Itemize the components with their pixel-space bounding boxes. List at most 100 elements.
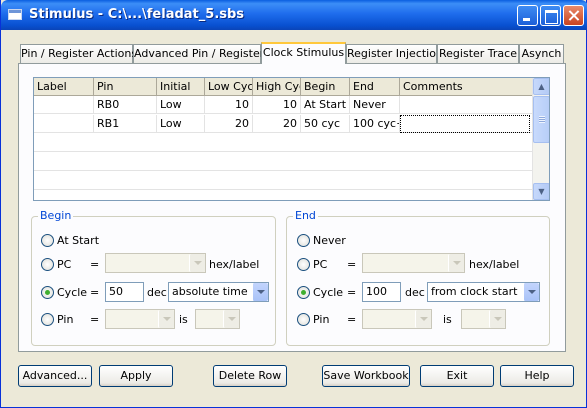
cell-high-cyc[interactable]: 10 [253, 96, 301, 114]
cell-initial[interactable]: Low [157, 115, 205, 133]
begin-cycle-mode-select[interactable]: absolute time [168, 282, 269, 302]
column-header-label[interactable]: Label [34, 78, 94, 96]
end-cycle-mode-value: from clock start [431, 285, 518, 298]
help-button[interactable]: Help [500, 365, 574, 387]
begin-pin-radio[interactable] [41, 313, 54, 326]
chevron-down-icon[interactable] [489, 310, 505, 328]
scroll-up-icon[interactable]: ▲ [533, 78, 549, 95]
end-is-label: is [443, 313, 452, 326]
cell-initial[interactable]: Low [157, 96, 205, 114]
exit-button[interactable]: Exit [420, 365, 494, 387]
end-pin-state-combo[interactable] [461, 309, 506, 329]
cell-label[interactable] [34, 96, 94, 114]
scroll-down-icon[interactable]: ▼ [533, 183, 549, 200]
cell-label[interactable] [34, 115, 94, 133]
end-pin-radio[interactable] [297, 313, 310, 326]
table-row[interactable]: RB0 Low 10 10 At Start Never [34, 96, 534, 114]
table-row[interactable]: RB1 Low 20 20 50 cyc 100 cyc+ [34, 115, 534, 133]
end-dec-label: dec [405, 286, 425, 299]
table-row[interactable] [34, 153, 534, 171]
minimize-button[interactable] [517, 5, 538, 26]
chevron-down-icon[interactable] [523, 283, 539, 301]
cell-pin[interactable]: RB0 [94, 96, 157, 114]
close-button[interactable] [563, 5, 584, 26]
tab-clock-stimulus[interactable]: Clock Stimulus [261, 42, 346, 64]
end-pc-radio[interactable] [297, 258, 310, 271]
end-group-title: End [293, 209, 318, 222]
tab-advanced-pin-register[interactable]: Advanced Pin / Register [133, 44, 264, 63]
scroll-thumb[interactable] [533, 96, 549, 143]
chevron-down-icon[interactable] [158, 310, 174, 328]
maximize-button[interactable] [540, 5, 561, 26]
cell-comments[interactable] [400, 96, 534, 114]
begin-cycle-mode-value: absolute time [172, 285, 248, 298]
begin-cycle-radio[interactable] [41, 286, 54, 299]
chevron-down-icon[interactable] [189, 254, 205, 272]
begin-hex-label: hex/label [209, 258, 260, 271]
begin-pc-radio[interactable] [41, 258, 54, 271]
cell-end[interactable]: Never [350, 96, 400, 114]
end-cycle-mode-select[interactable]: from clock start [427, 282, 540, 302]
end-cycle-label[interactable]: Cycle [313, 286, 343, 299]
begin-at-start-radio[interactable] [41, 234, 54, 247]
end-pc-label[interactable]: PC [313, 258, 327, 271]
delete-row-button[interactable]: Delete Row [213, 365, 287, 387]
tab-pin-register-actions[interactable]: Pin / Register Actions [20, 44, 137, 63]
column-header-low-cyc[interactable]: Low Cyc [205, 78, 253, 96]
grid-header: Label Pin Initial Low Cyc High Cyc Begin… [34, 78, 534, 96]
end-hex-label: hex/label [469, 258, 520, 271]
column-header-initial[interactable]: Initial [157, 78, 205, 96]
chevron-down-icon[interactable] [448, 254, 464, 272]
grid-vertical-scrollbar[interactable]: ▲ ▼ [532, 78, 549, 200]
begin-at-start-label[interactable]: At Start [57, 234, 99, 247]
begin-pc-equals: = [90, 258, 100, 271]
begin-pin-label[interactable]: Pin [57, 313, 73, 326]
end-cycle-radio[interactable] [297, 286, 310, 299]
begin-pin-equals: = [90, 313, 100, 326]
title-bar[interactable]: Stimulus - C:\...\feladat_5.sbs [1, 0, 587, 30]
cell-begin[interactable]: At Start [301, 96, 350, 114]
begin-cycle-equals: = [90, 286, 100, 299]
save-workbook-button[interactable]: Save Workbook [322, 365, 410, 387]
end-pin-equals: = [347, 313, 357, 326]
tab-register-trace[interactable]: Register Trace [437, 44, 519, 63]
advanced-button[interactable]: Advanced... [18, 365, 92, 387]
window-title: Stimulus - C:\...\feladat_5.sbs [29, 7, 245, 22]
begin-pin-combo[interactable] [105, 309, 175, 329]
tab-register-injection[interactable]: Register Injection [346, 44, 443, 63]
chevron-down-icon[interactable] [223, 310, 239, 328]
begin-pin-state-combo[interactable] [195, 309, 240, 329]
grip-icon [539, 116, 545, 123]
clock-stimulus-grid[interactable]: Label Pin Initial Low Cyc High Cyc Begin… [33, 77, 550, 201]
cell-comments[interactable] [400, 115, 530, 133]
end-pin-label[interactable]: Pin [313, 313, 329, 326]
chevron-down-icon[interactable] [252, 283, 268, 301]
column-header-comments[interactable]: Comments [400, 78, 534, 96]
begin-pc-label[interactable]: PC [57, 258, 71, 271]
chevron-down-icon[interactable] [415, 310, 431, 328]
window-icon [8, 9, 22, 20]
end-pc-equals: = [347, 258, 357, 271]
cell-low-cyc[interactable]: 20 [205, 115, 253, 133]
cell-pin[interactable]: RB1 [94, 115, 157, 133]
cell-low-cyc[interactable]: 10 [205, 96, 253, 114]
column-header-pin[interactable]: Pin [94, 78, 157, 96]
apply-button[interactable]: Apply [99, 365, 173, 387]
end-pc-combo[interactable] [362, 253, 465, 273]
begin-pc-combo[interactable] [105, 253, 206, 273]
column-header-begin[interactable]: Begin [301, 78, 350, 96]
begin-cycle-label[interactable]: Cycle [57, 286, 87, 299]
table-row[interactable] [34, 172, 534, 190]
column-header-high-cyc[interactable]: High Cyc [253, 78, 301, 96]
cell-end[interactable]: 100 cyc+ [350, 115, 400, 133]
column-header-end[interactable]: End [350, 78, 400, 96]
tab-asynch[interactable]: Asynch [519, 44, 564, 63]
table-row[interactable] [34, 134, 534, 152]
cell-high-cyc[interactable]: 20 [253, 115, 301, 133]
end-never-radio[interactable] [297, 234, 310, 247]
end-pin-combo[interactable] [362, 309, 432, 329]
begin-cycle-input[interactable]: 50 [105, 282, 144, 302]
end-cycle-input[interactable]: 100 [362, 282, 401, 302]
cell-begin[interactable]: 50 cyc [301, 115, 350, 133]
end-never-label[interactable]: Never [313, 234, 346, 247]
